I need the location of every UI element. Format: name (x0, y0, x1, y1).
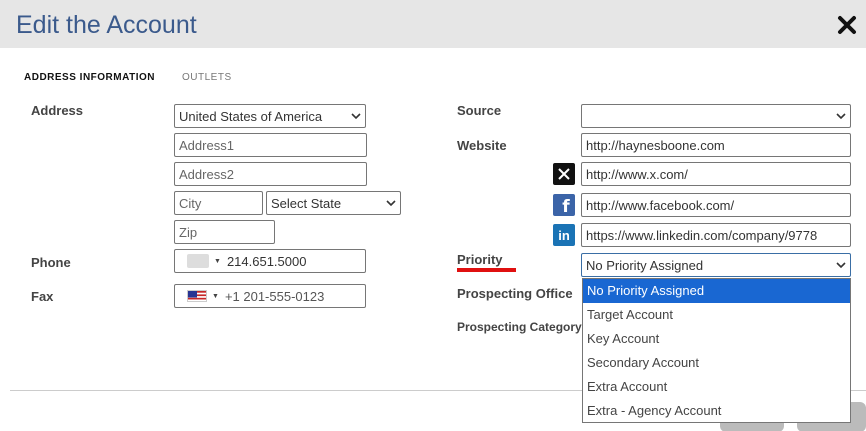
priority-option[interactable]: Extra - Agency Account (583, 399, 850, 423)
linkedin-url-value: https://www.linkedin.com/company/9778 (586, 227, 818, 243)
dialog-header: Edit the Account (0, 0, 866, 48)
address-label: Address (31, 103, 84, 118)
us-flag-icon[interactable] (187, 290, 207, 302)
zip-placeholder: Zip (179, 224, 198, 240)
phone-value: 214.651.5000 (226, 253, 307, 269)
priority-option[interactable]: Target Account (583, 303, 850, 327)
country-value: United States of America (179, 108, 323, 124)
priority-option[interactable]: No Priority Assigned (583, 279, 850, 303)
x-url-field[interactable]: http://www.x.com/ (581, 162, 851, 186)
priority-option[interactable]: Secondary Account (583, 351, 850, 375)
linkedin-logo-icon: in (553, 224, 575, 246)
phone-label: Phone (31, 255, 71, 270)
fax-value: +1 201-555-0123 (224, 288, 325, 304)
facebook-url-field[interactable]: http://www.facebook.com/ (581, 193, 851, 217)
chevron-down-icon (351, 113, 361, 120)
state-select[interactable]: Select State (266, 191, 401, 215)
address2-placeholder: Address2 (179, 166, 234, 182)
facebook-url-value: http://www.facebook.com/ (586, 197, 735, 213)
caret-down-icon[interactable]: ▼ (214, 258, 221, 265)
source-label: Source (457, 103, 502, 118)
website-label: Website (457, 138, 507, 153)
priority-option[interactable]: Key Account (583, 327, 850, 351)
city-placeholder: City (179, 195, 202, 211)
dialog-title: Edit the Account (16, 11, 197, 39)
country-select[interactable]: United States of America (174, 104, 366, 128)
caret-down-icon[interactable]: ▼ (212, 293, 219, 300)
fax-field[interactable]: ▼ +1 201-555-0123 (174, 284, 366, 308)
chevron-down-icon (836, 113, 846, 120)
priority-option[interactable]: Extra Account (583, 375, 850, 399)
tab-address-information[interactable]: ADDRESS INFORMATION (24, 72, 155, 83)
x-url-value: http://www.x.com/ (586, 166, 688, 182)
city-field[interactable]: City (174, 191, 263, 215)
country-flag-icon[interactable] (187, 254, 209, 268)
website-field[interactable]: http://haynesboone.com (581, 133, 851, 157)
address1-placeholder: Address1 (179, 137, 234, 153)
state-value: Select State (271, 195, 342, 211)
priority-select[interactable]: No Priority Assigned (581, 253, 851, 277)
priority-label: Priority (457, 252, 503, 267)
zip-field[interactable]: Zip (174, 220, 275, 244)
address2-field[interactable]: Address2 (174, 162, 367, 186)
priority-dropdown-list: No Priority Assigned Target Account Key … (582, 278, 851, 423)
tab-outlets[interactable]: OUTLETS (182, 72, 232, 83)
chevron-down-icon (836, 262, 846, 269)
close-icon[interactable] (836, 14, 858, 36)
prospecting-office-label: Prospecting Office (457, 286, 573, 301)
linkedin-url-field[interactable]: https://www.linkedin.com/company/9778 (581, 223, 851, 247)
prospecting-category-label: Prospecting Category (457, 320, 582, 334)
website-value: http://haynesboone.com (586, 137, 725, 153)
source-select[interactable] (581, 104, 851, 128)
facebook-logo-icon: f (553, 194, 575, 217)
priority-annotation-underline (457, 268, 516, 272)
priority-value: No Priority Assigned (586, 257, 704, 273)
x-logo-icon (553, 163, 575, 185)
phone-field[interactable]: ▼ 214.651.5000 (174, 249, 366, 273)
address1-field[interactable]: Address1 (174, 133, 367, 157)
chevron-down-icon (386, 200, 396, 207)
fax-label: Fax (31, 289, 54, 304)
